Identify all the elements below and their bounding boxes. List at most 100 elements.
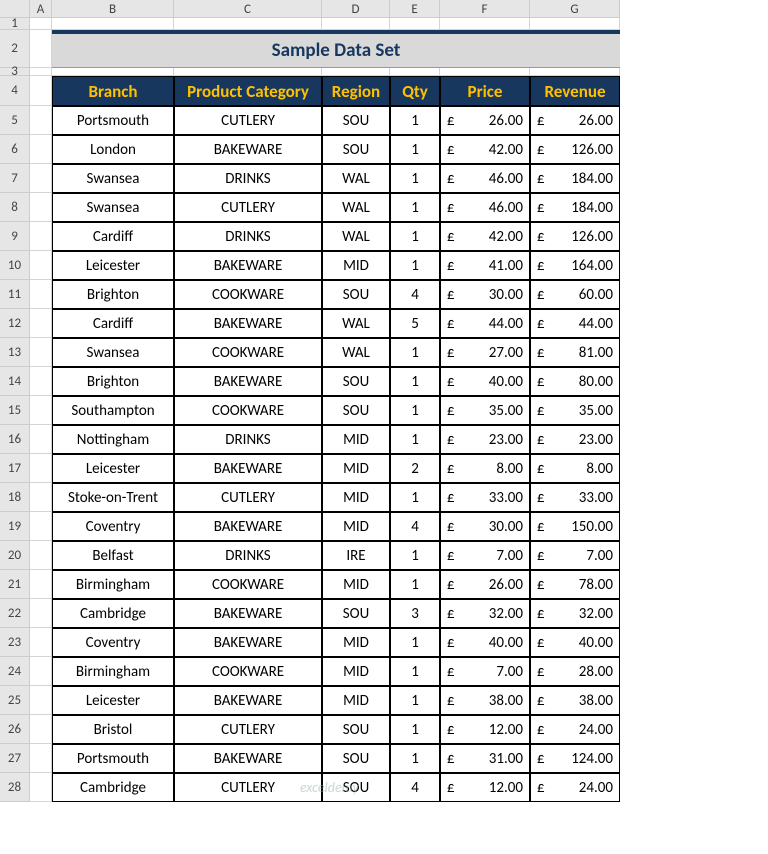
cell[interactable] (30, 68, 52, 76)
row-header-16[interactable]: 16 (0, 425, 30, 454)
cell-price[interactable]: £8.00 (440, 454, 530, 483)
cell-branch[interactable]: Nottingham (52, 425, 174, 454)
cell[interactable] (322, 18, 390, 30)
cell-qty[interactable]: 1 (390, 396, 440, 425)
row-header-21[interactable]: 21 (0, 570, 30, 599)
cell-revenue[interactable]: £126.00 (530, 135, 620, 164)
cell-qty[interactable]: 3 (390, 599, 440, 628)
cell[interactable] (30, 76, 52, 106)
cell-branch[interactable]: Belfast (52, 541, 174, 570)
cell[interactable] (30, 30, 52, 68)
cell-price[interactable]: £46.00 (440, 193, 530, 222)
cell-qty[interactable]: 1 (390, 715, 440, 744)
row-header-15[interactable]: 15 (0, 396, 30, 425)
cell-revenue[interactable]: £28.00 (530, 657, 620, 686)
cell-revenue[interactable]: £7.00 (530, 541, 620, 570)
cell-category[interactable]: COOKWARE (174, 657, 322, 686)
cell-revenue[interactable]: £60.00 (530, 280, 620, 309)
cell-branch[interactable]: Leicester (52, 454, 174, 483)
row-header-18[interactable]: 18 (0, 483, 30, 512)
cell-category[interactable]: CUTLERY (174, 715, 322, 744)
cell-revenue[interactable]: £32.00 (530, 599, 620, 628)
cell-revenue[interactable]: £184.00 (530, 164, 620, 193)
cell[interactable] (530, 18, 620, 30)
cell-region[interactable]: MID (322, 657, 390, 686)
cell-revenue[interactable]: £35.00 (530, 396, 620, 425)
cell-region[interactable]: MID (322, 512, 390, 541)
cell-category[interactable]: BAKEWARE (174, 599, 322, 628)
cell-revenue[interactable]: £126.00 (530, 222, 620, 251)
cell-qty[interactable]: 1 (390, 686, 440, 715)
cell-qty[interactable]: 5 (390, 309, 440, 338)
cell-category[interactable]: COOKWARE (174, 570, 322, 599)
cell[interactable] (30, 599, 52, 628)
row-header-14[interactable]: 14 (0, 367, 30, 396)
cell-category[interactable]: BAKEWARE (174, 628, 322, 657)
cell-region[interactable]: MID (322, 454, 390, 483)
cell-price[interactable]: £26.00 (440, 106, 530, 135)
cell-branch[interactable]: Coventry (52, 512, 174, 541)
cell-branch[interactable]: Cambridge (52, 599, 174, 628)
cell-branch[interactable]: Swansea (52, 338, 174, 367)
cell-price[interactable]: £35.00 (440, 396, 530, 425)
cell-qty[interactable]: 4 (390, 773, 440, 802)
cell-price[interactable]: £12.00 (440, 715, 530, 744)
cell-category[interactable]: DRINKS (174, 425, 322, 454)
cell-qty[interactable]: 1 (390, 367, 440, 396)
cell[interactable] (30, 686, 52, 715)
cell-branch[interactable]: Brighton (52, 367, 174, 396)
row-header-13[interactable]: 13 (0, 338, 30, 367)
cell[interactable] (30, 512, 52, 541)
cell-price[interactable]: £40.00 (440, 367, 530, 396)
row-header-1[interactable]: 1 (0, 18, 30, 30)
cell-region[interactable]: SOU (322, 715, 390, 744)
cell-price[interactable]: £26.00 (440, 570, 530, 599)
cell-category[interactable]: BAKEWARE (174, 251, 322, 280)
row-header-19[interactable]: 19 (0, 512, 30, 541)
cell-qty[interactable]: 1 (390, 338, 440, 367)
cell[interactable] (390, 18, 440, 30)
cell-category[interactable]: COOKWARE (174, 396, 322, 425)
cell-price[interactable]: £42.00 (440, 135, 530, 164)
cell-category[interactable]: CUTLERY (174, 106, 322, 135)
cell-price[interactable]: £32.00 (440, 599, 530, 628)
cell-region[interactable]: MID (322, 628, 390, 657)
cell[interactable] (30, 193, 52, 222)
cell-region[interactable]: WAL (322, 193, 390, 222)
cell-branch[interactable]: Swansea (52, 164, 174, 193)
cell-region[interactable]: SOU (322, 280, 390, 309)
cell[interactable] (30, 367, 52, 396)
cell[interactable] (30, 483, 52, 512)
cell-revenue[interactable]: £24.00 (530, 773, 620, 802)
cell-qty[interactable]: 1 (390, 657, 440, 686)
cell-qty[interactable]: 1 (390, 541, 440, 570)
row-header-20[interactable]: 20 (0, 541, 30, 570)
cell[interactable] (52, 18, 174, 30)
cell-branch[interactable]: Coventry (52, 628, 174, 657)
cell-category[interactable]: BAKEWARE (174, 686, 322, 715)
cell[interactable] (30, 106, 52, 135)
cell-qty[interactable]: 1 (390, 483, 440, 512)
cell-qty[interactable]: 1 (390, 425, 440, 454)
cell-branch[interactable]: London (52, 135, 174, 164)
cell-price[interactable]: £46.00 (440, 164, 530, 193)
cell-price[interactable]: £38.00 (440, 686, 530, 715)
cell-revenue[interactable]: £33.00 (530, 483, 620, 512)
row-header-25[interactable]: 25 (0, 686, 30, 715)
row-header-17[interactable]: 17 (0, 454, 30, 483)
cell-qty[interactable]: 1 (390, 570, 440, 599)
cell-price[interactable]: £42.00 (440, 222, 530, 251)
cell-revenue[interactable]: £124.00 (530, 744, 620, 773)
cell-category[interactable]: BAKEWARE (174, 309, 322, 338)
cell-category[interactable]: CUTLERY (174, 483, 322, 512)
cell-category[interactable]: DRINKS (174, 164, 322, 193)
cell-category[interactable]: COOKWARE (174, 338, 322, 367)
row-header-28[interactable]: 28 (0, 773, 30, 802)
row-header-24[interactable]: 24 (0, 657, 30, 686)
cell[interactable] (30, 280, 52, 309)
row-header-27[interactable]: 27 (0, 744, 30, 773)
cell-region[interactable]: SOU (322, 367, 390, 396)
cell[interactable] (322, 68, 390, 76)
cell-region[interactable]: SOU (322, 599, 390, 628)
cell-qty[interactable]: 4 (390, 280, 440, 309)
